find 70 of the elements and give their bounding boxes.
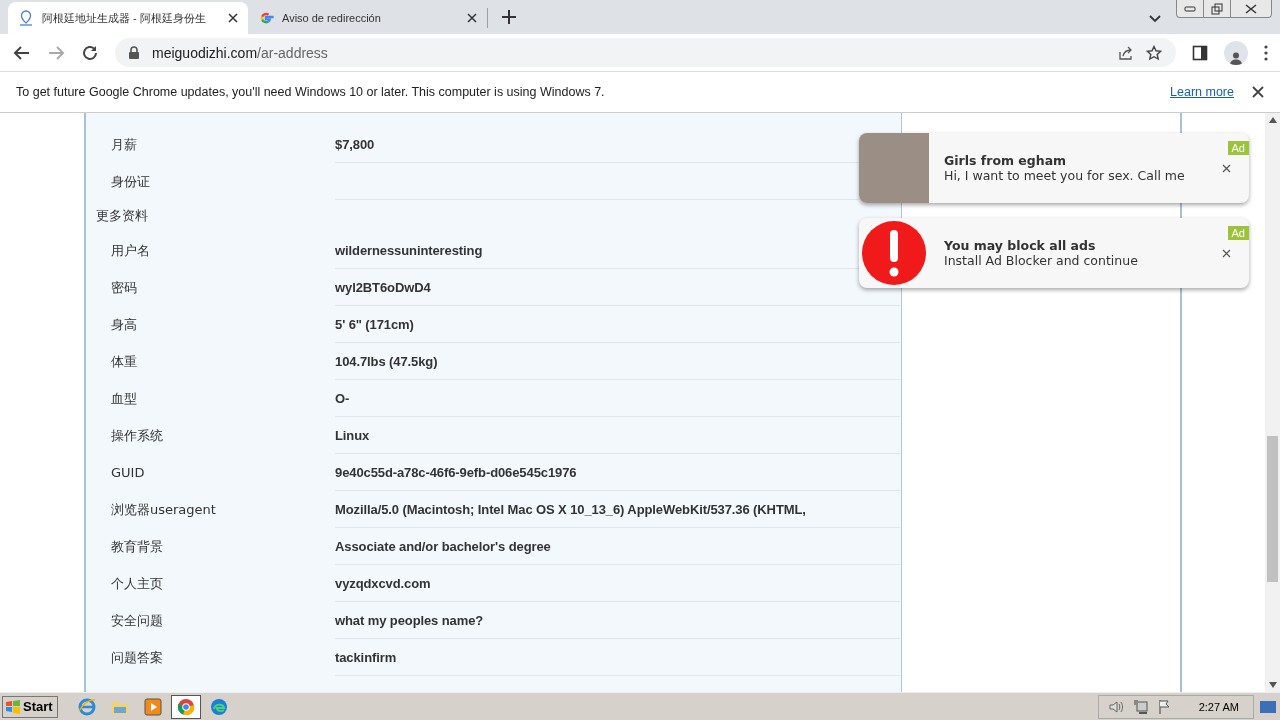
scrollbar-thumb[interactable] — [1267, 436, 1278, 582]
browser-tab[interactable]: Aviso de redirección — [248, 8, 488, 28]
google-g-icon — [258, 10, 274, 26]
field-label: 体重 — [110, 353, 138, 371]
start-button[interactable]: Start — [2, 695, 58, 718]
field-value: vyzqdxcvd.com — [335, 575, 431, 591]
speaker-icon[interactable] — [1108, 699, 1125, 714]
scroll-up-icon[interactable] — [1268, 117, 1277, 123]
ad-title: Girls from egham — [944, 153, 1068, 168]
field-label: GUID — [110, 464, 146, 482]
ad-message: Hi, I want to meet you for sex. Call me — [944, 168, 1185, 183]
field-label: 教育背景 — [110, 538, 164, 556]
field-value: Linux — [335, 427, 370, 443]
learn-more-link[interactable]: Learn more — [1170, 85, 1234, 99]
field-value: 5' 6" (171cm) — [335, 316, 414, 332]
ad-title: You may block all ads — [944, 238, 1097, 253]
chrome-icon[interactable] — [170, 694, 201, 719]
exclamation-icon — [861, 220, 927, 286]
close-tab-icon[interactable] — [228, 13, 238, 23]
reload-icon[interactable] — [81, 43, 99, 62]
field-value: $7,800 — [335, 136, 375, 152]
field-label: 身份证 — [110, 173, 151, 191]
star-icon[interactable] — [1146, 44, 1162, 61]
back-arrow-icon[interactable] — [13, 43, 31, 62]
field-value: wyl2BT6oDwD4 — [335, 279, 431, 295]
section-heading: 更多资料 — [95, 207, 149, 225]
field-value: tackinfirm — [335, 649, 397, 665]
photo-placeholder — [859, 133, 929, 203]
close-icon[interactable] — [1222, 249, 1231, 258]
field-value: Mozilla/5.0 (Macintosh; Intel Mac OS X 10_13_6) AppleWebKit/537.36 (KHTML, — [335, 501, 806, 517]
clock-text: 2:27 AM — [1198, 700, 1239, 713]
browser-tab[interactable]: 阿根廷地址生成器 - 阿根廷身份生 — [8, 2, 248, 34]
field-label: 身高 — [110, 316, 138, 334]
more-menu-icon[interactable] — [1264, 44, 1268, 61]
ad-label: Ad — [1227, 141, 1249, 155]
close-icon[interactable] — [1252, 86, 1264, 98]
field-label: 问题答案 — [110, 649, 164, 667]
ad-notification[interactable]: Girls from egham Hi, I want to meet you for sex. Call me Ad — [859, 133, 1249, 203]
chevron-down-icon[interactable] — [1148, 14, 1162, 24]
ad-notification[interactable]: You may block all ads Install Ad Blocker and continue Ad — [859, 218, 1249, 288]
field-label: 月薪 — [110, 136, 138, 154]
update-warning-text: To get future Google Chrome updates, you'll need Windows 10 or later. This computer is using Windows 7. — [16, 85, 605, 99]
profile-avatar-icon[interactable] — [1224, 40, 1248, 65]
new-tab-icon[interactable] — [502, 10, 516, 24]
field-label: 血型 — [110, 390, 138, 408]
windows-logo-icon — [5, 699, 21, 714]
field-value: 9e40c55d-a78c-46f6-9efb-d06e545c1976 — [335, 464, 577, 480]
ad-message: Install Ad Blocker and continue — [944, 253, 1138, 268]
share-icon[interactable] — [1118, 44, 1134, 61]
side-panel-icon[interactable] — [1192, 44, 1208, 61]
field-label: 浏览器useragent — [110, 501, 217, 519]
field-label: 操作系统 — [110, 427, 164, 445]
field-value: Associate and/or bachelor's degree — [335, 538, 551, 554]
field-value: 104.7lbs (47.5kg) — [335, 353, 438, 369]
field-label: 用户名 — [110, 242, 151, 260]
scroll-down-icon[interactable] — [1268, 682, 1277, 688]
close-icon[interactable] — [1222, 164, 1231, 173]
field-value: what my peoples name? — [335, 612, 484, 628]
address-bar[interactable]: meiguodizhi.com/ar-address — [115, 38, 1176, 67]
ad-label: Ad — [1227, 226, 1249, 240]
field-value: O- — [335, 390, 350, 406]
field-value: wildernessuninteresting — [335, 242, 483, 258]
field-label: 安全问题 — [110, 612, 164, 630]
map-pin-icon — [18, 10, 34, 26]
show-desktop-button[interactable] — [1260, 700, 1276, 713]
field-label: 个人主页 — [110, 575, 164, 593]
close-tab-icon[interactable] — [467, 13, 477, 23]
lock-icon — [128, 45, 140, 60]
field-label: 密码 — [110, 279, 138, 297]
network-icon[interactable] — [1132, 698, 1149, 715]
